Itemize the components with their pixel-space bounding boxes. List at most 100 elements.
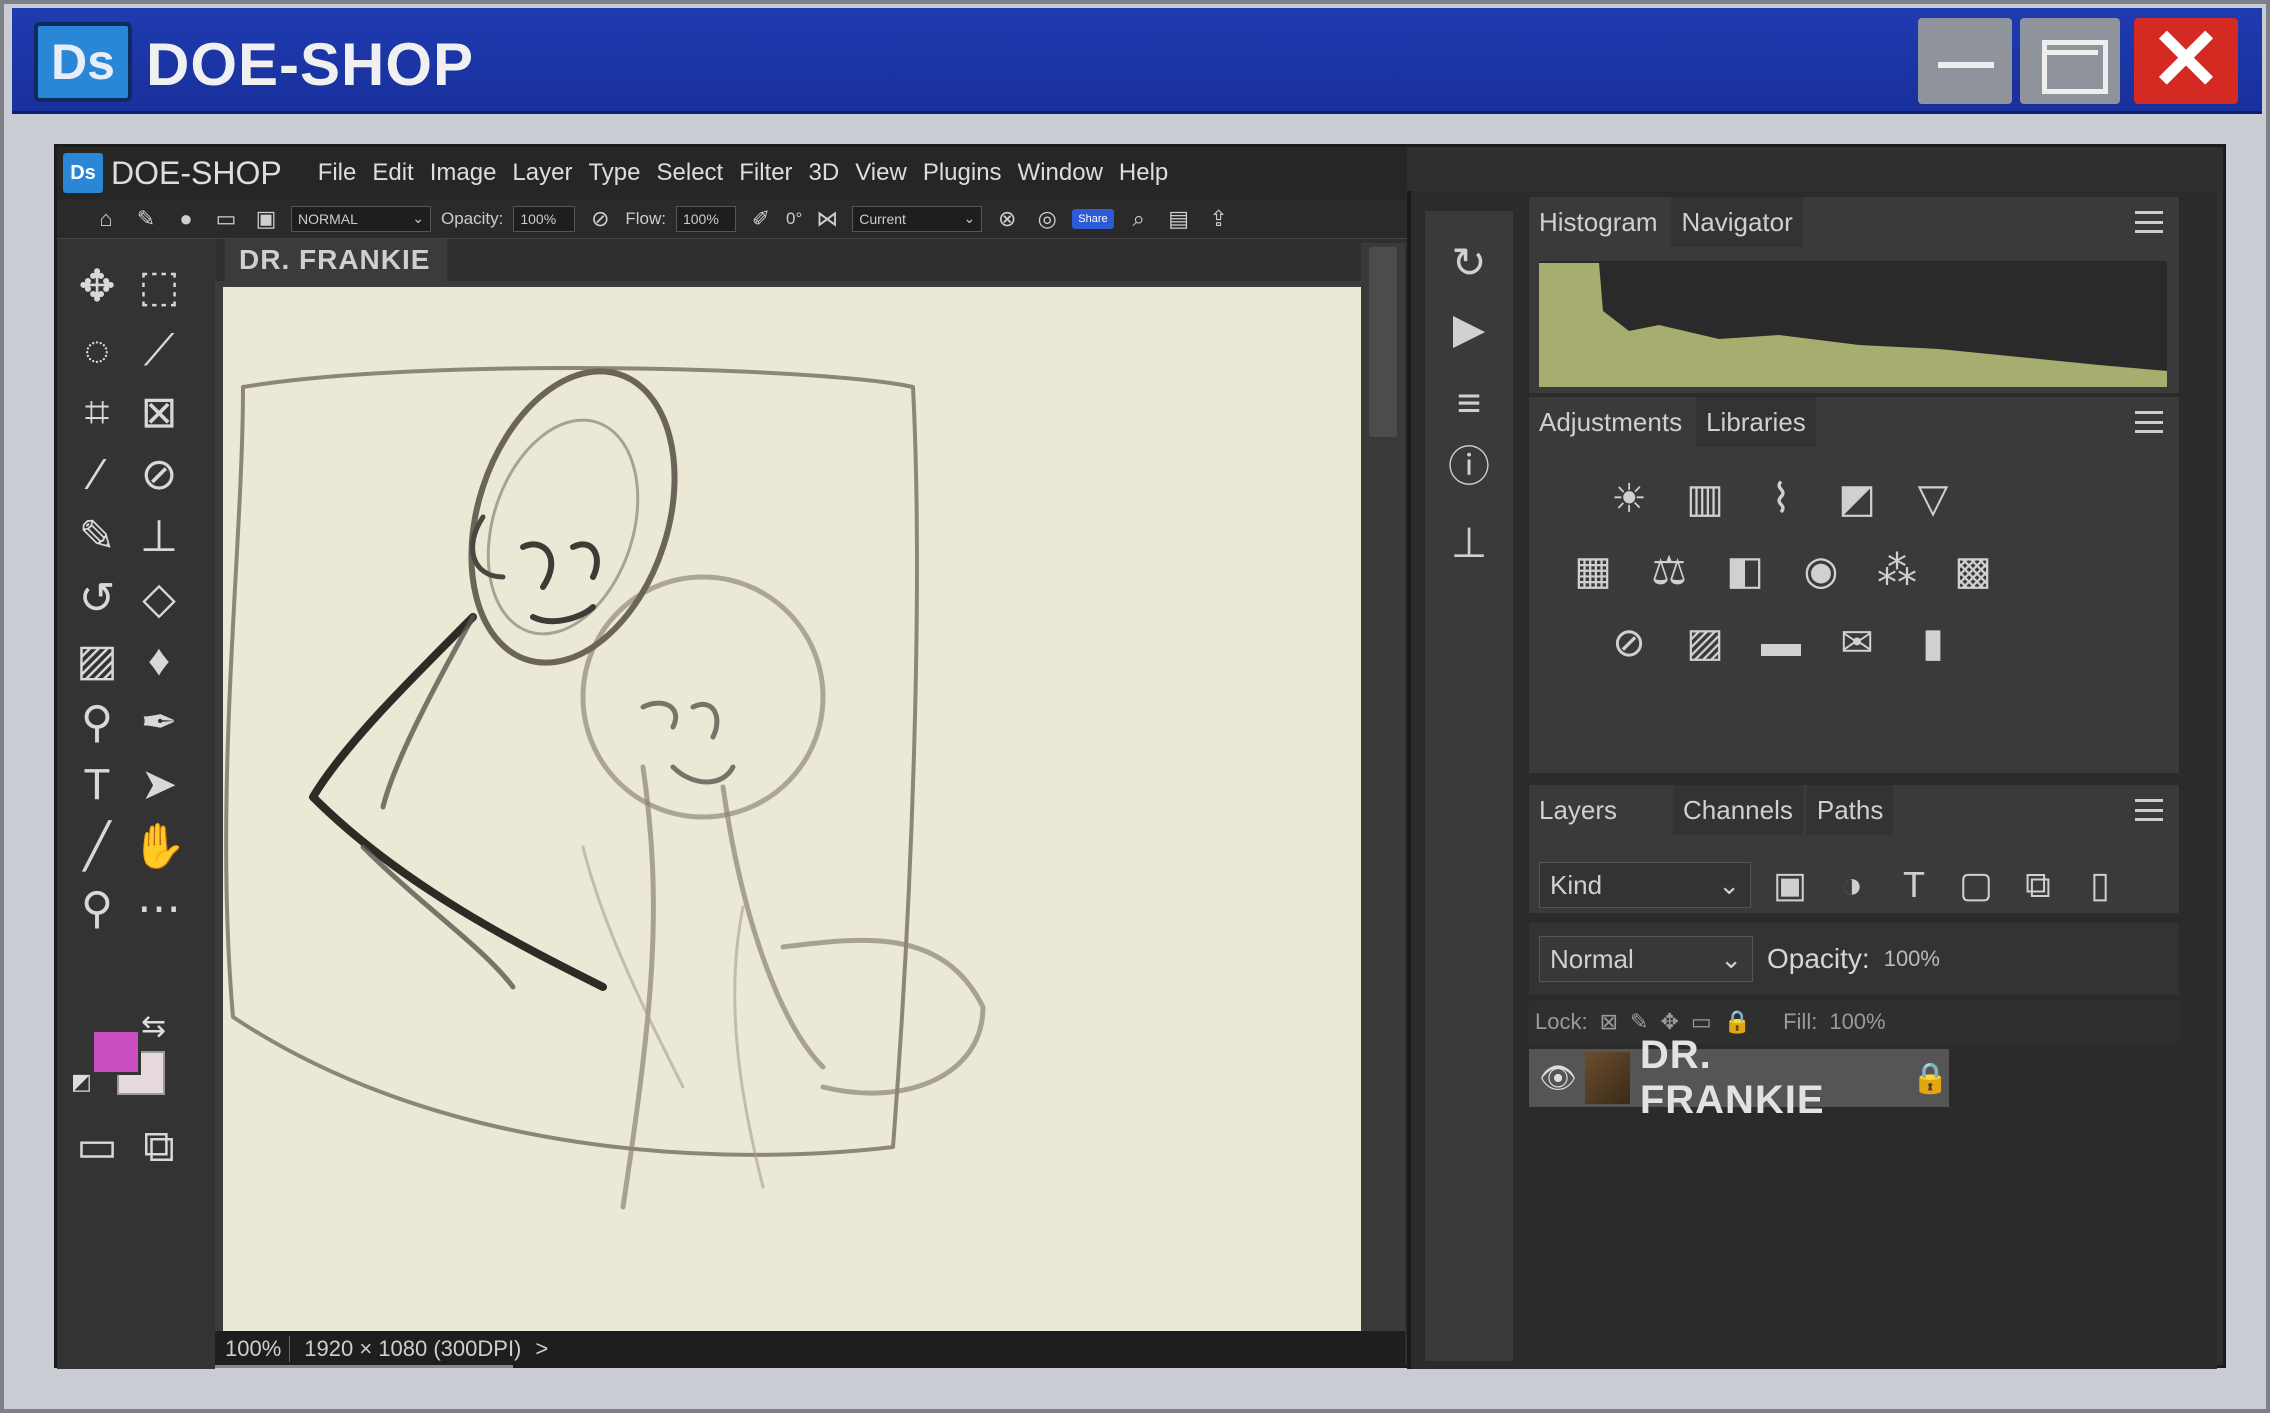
- curves-icon[interactable]: ⌇: [1757, 475, 1805, 523]
- panel-menu-icon[interactable]: [2135, 211, 2163, 233]
- filter-toggle-icon[interactable]: ▯: [2077, 864, 2123, 906]
- marquee-icon[interactable]: ⬚: [131, 259, 187, 315]
- menu-layer[interactable]: Layer: [512, 159, 572, 187]
- type-icon[interactable]: T: [69, 757, 125, 813]
- home-icon[interactable]: ⌂: [91, 206, 121, 232]
- lock-paint-icon[interactable]: ✎: [1630, 1009, 1648, 1035]
- export-icon[interactable]: ⇪: [1204, 206, 1234, 232]
- search-icon[interactable]: ⌕: [1124, 206, 1154, 232]
- brush-panel-icon[interactable]: ▣: [251, 206, 281, 232]
- symmetry-icon[interactable]: ⋈: [812, 206, 842, 232]
- info-icon[interactable]: ⓘ: [1437, 435, 1501, 499]
- line-icon[interactable]: ╱: [69, 819, 125, 875]
- workspace-icon[interactable]: ▤: [1164, 206, 1194, 232]
- menu-view[interactable]: View: [855, 159, 907, 187]
- tab-libraries[interactable]: Libraries: [1696, 397, 1816, 447]
- kind-filter-select[interactable]: Kind ⌄: [1539, 862, 1751, 908]
- tab-paths[interactable]: Paths: [1806, 785, 1894, 835]
- lasso-icon[interactable]: ◌: [69, 323, 125, 379]
- tab-layers[interactable]: Layers: [1529, 785, 1669, 835]
- exposure-icon[interactable]: ◩: [1833, 475, 1881, 523]
- airbrush-icon[interactable]: ✐: [746, 206, 776, 232]
- crop-icon[interactable]: ⌗: [69, 385, 125, 441]
- gradient-map-icon[interactable]: ✉: [1833, 619, 1881, 667]
- angle-value[interactable]: 0°: [786, 209, 802, 229]
- target-icon[interactable]: ◎: [1032, 206, 1062, 232]
- scrollbar-thumb[interactable]: [1369, 247, 1397, 437]
- ignore-adjustment-icon[interactable]: ⊗: [992, 206, 1022, 232]
- black-white-icon[interactable]: ◧: [1721, 547, 1769, 595]
- menu-file[interactable]: File: [318, 159, 357, 187]
- lock-artboard-icon[interactable]: ▭: [1691, 1009, 1712, 1035]
- levels-icon[interactable]: ▥: [1681, 475, 1729, 523]
- zoom-icon[interactable]: ⚲: [69, 881, 125, 937]
- filter-adjustment-icon[interactable]: ◑: [1829, 864, 1875, 906]
- channel-mixer-icon[interactable]: ⁂: [1873, 547, 1921, 595]
- brush-preset-icon[interactable]: ✎: [131, 206, 161, 232]
- threshold-icon[interactable]: ▬: [1757, 619, 1805, 667]
- sample-select[interactable]: Current ⌄: [852, 205, 983, 232]
- path-select-icon[interactable]: ➤: [131, 757, 187, 813]
- flow-select[interactable]: 100%: [675, 205, 736, 232]
- foreground-color-swatch[interactable]: [91, 1029, 141, 1075]
- gradient-icon[interactable]: ▨: [69, 633, 125, 689]
- maximize-button[interactable]: [2020, 18, 2120, 104]
- frame-icon[interactable]: ⊠: [131, 385, 187, 441]
- clone-source-icon[interactable]: ⊥: [1437, 511, 1501, 575]
- filter-pixel-icon[interactable]: ▣: [1767, 864, 1813, 906]
- minimize-button[interactable]: [1918, 18, 2012, 104]
- default-colors-icon[interactable]: ◩: [71, 1069, 92, 1095]
- layer-item[interactable]: 👁 DR. FRANKIE 🔒: [1529, 1033, 1949, 1122]
- filter-type-icon[interactable]: T: [1891, 864, 1937, 906]
- blend-mode-select[interactable]: Normal ⌄: [1539, 936, 1753, 982]
- canvas[interactable]: [223, 287, 1367, 1331]
- panel-menu-icon[interactable]: [2135, 411, 2163, 433]
- tab-histogram[interactable]: Histogram: [1529, 197, 1668, 247]
- brush-settings-icon[interactable]: ▭: [211, 206, 241, 232]
- vibrance-icon[interactable]: ▽: [1909, 475, 1957, 523]
- selective-color-icon[interactable]: ▮: [1909, 619, 1957, 667]
- tab-channels[interactable]: Channels: [1673, 785, 1803, 835]
- pressure-opacity-icon[interactable]: ⊘: [585, 206, 615, 232]
- menu-window[interactable]: Window: [1018, 159, 1103, 187]
- properties-icon[interactable]: ≡: [1437, 371, 1501, 435]
- healing-icon[interactable]: ⊘: [131, 447, 187, 503]
- eraser-icon[interactable]: ◇: [131, 571, 187, 627]
- more-icon[interactable]: ⋯: [131, 881, 187, 937]
- history-icon[interactable]: ↻: [1437, 231, 1501, 295]
- menu-image[interactable]: Image: [430, 159, 497, 187]
- color-lookup-icon[interactable]: ▩: [1949, 547, 1997, 595]
- menu-filter[interactable]: Filter: [739, 159, 792, 187]
- stamp-icon[interactable]: ⊥: [131, 509, 187, 565]
- tab-adjustments[interactable]: Adjustments: [1529, 397, 1693, 447]
- screen-mode-icon[interactable]: ⧉: [131, 1119, 187, 1175]
- visibility-eye-icon[interactable]: 👁: [1539, 1061, 1577, 1096]
- hand-icon[interactable]: ✋: [131, 819, 187, 875]
- zoom-level[interactable]: 100%: [225, 1336, 291, 1362]
- menu-select[interactable]: Select: [657, 159, 724, 187]
- filter-smart-object-icon[interactable]: ⧉: [2015, 864, 2061, 907]
- history-brush-icon[interactable]: ↺: [69, 571, 125, 627]
- move-icon[interactable]: ✥: [69, 259, 125, 315]
- brush-icon[interactable]: ✎: [69, 509, 125, 565]
- menu-plugins[interactable]: Plugins: [923, 159, 1002, 187]
- photo-filter-icon[interactable]: ◉: [1797, 547, 1845, 595]
- actions-play-icon[interactable]: ▶: [1437, 297, 1501, 361]
- status-arrow-icon[interactable]: >: [535, 1336, 548, 1362]
- brightness-icon[interactable]: ☀: [1605, 475, 1653, 523]
- dodge-icon[interactable]: ⚲: [69, 695, 125, 751]
- posterize-icon[interactable]: ▨: [1681, 619, 1729, 667]
- menu-edit[interactable]: Edit: [372, 159, 413, 187]
- tab-navigator[interactable]: Navigator: [1671, 197, 1803, 247]
- lock-all-icon[interactable]: 🔒: [1724, 1009, 1751, 1035]
- filter-shape-icon[interactable]: ▢: [1953, 864, 1999, 906]
- magic-wand-icon[interactable]: ⟋: [131, 323, 187, 379]
- swap-colors-icon[interactable]: ⇆: [141, 1009, 166, 1044]
- hue-saturation-icon[interactable]: ▦: [1569, 547, 1617, 595]
- panel-menu-icon[interactable]: [2135, 799, 2163, 821]
- quick-mask-icon[interactable]: ▭: [69, 1119, 125, 1175]
- blur-icon[interactable]: ♦: [131, 633, 187, 689]
- mode-select[interactable]: NORMAL ⌄: [291, 205, 431, 232]
- opacity-select[interactable]: 100%: [513, 205, 576, 232]
- fill-value[interactable]: 100%: [1829, 1009, 1885, 1035]
